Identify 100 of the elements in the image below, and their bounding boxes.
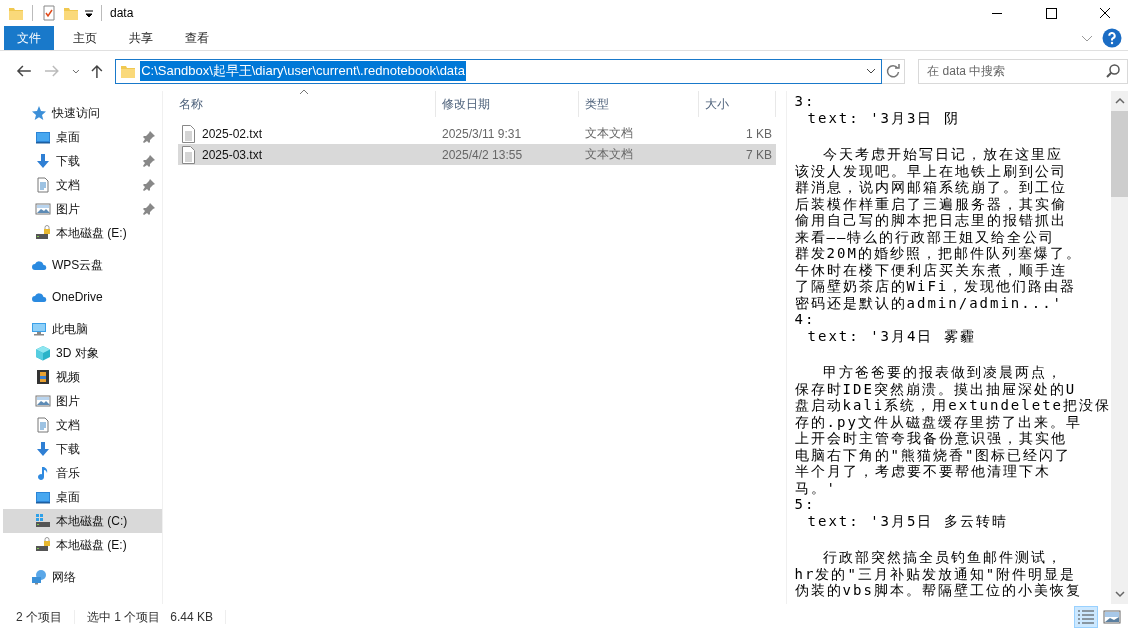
refresh-icon bbox=[885, 63, 902, 79]
table-cell-text: 7 KB bbox=[745, 147, 773, 162]
navigation-item[interactable]: 3D 对象 bbox=[3, 341, 162, 365]
preview-text-line: 来看——特么的行政部王姐又给全公司 bbox=[794, 228, 1057, 245]
refresh-button[interactable] bbox=[882, 58, 906, 84]
file-name: 2025-03.txt bbox=[202, 147, 263, 162]
document-icon bbox=[35, 417, 51, 433]
search-field[interactable]: 在 data 中搜索 bbox=[927, 64, 1105, 78]
text-file-icon bbox=[180, 145, 196, 164]
scrollbar-thumb[interactable] bbox=[1111, 111, 1128, 197]
details-view-icon bbox=[1076, 608, 1096, 626]
search-icon[interactable] bbox=[1105, 63, 1121, 79]
navigation-item[interactable]: 本地磁盘 (E:) bbox=[3, 533, 162, 557]
preview-text-line: 今天考虑开始写日记，放在这里应 bbox=[821, 146, 1064, 163]
navigation-item[interactable]: 下载 bbox=[3, 149, 162, 173]
preview-text-line: text: '3月5日 多云转晴 bbox=[806, 512, 1009, 529]
navigation-item[interactable]: 本地磁盘 (E:) bbox=[3, 221, 162, 245]
navigation-item[interactable]: 文档 bbox=[3, 173, 162, 197]
scroll-up-icon[interactable] bbox=[1114, 97, 1125, 105]
navigation-item[interactable]: 桌面 bbox=[3, 485, 162, 509]
preview-text-line: 伪装的vbs脚本。帮隔壁工位的小美恢复 bbox=[794, 582, 1083, 599]
checklist-icon[interactable] bbox=[41, 5, 57, 21]
navigation-item[interactable]: 桌面 bbox=[3, 125, 162, 149]
preview-text-line: 群消息，说内网邮箱系统崩了。到工位 bbox=[794, 179, 1068, 196]
preview-text-line: 了隔壁奶茶店的WiFi，发现他们路由器 bbox=[794, 278, 1078, 295]
text-file-icon bbox=[180, 124, 196, 143]
search-box[interactable]: 在 data 中搜索 bbox=[918, 58, 1128, 84]
preview-text-line: 电脑右下角的"熊猫烧香"图标已经闪了 bbox=[794, 446, 1073, 463]
network-icon bbox=[31, 569, 47, 585]
download-arrow-icon bbox=[35, 153, 51, 169]
preview-text-line: 午休时在楼下便利店买关东煮，顺手连 bbox=[794, 261, 1068, 278]
navigation-item[interactable]: 图片 bbox=[3, 389, 162, 413]
navigation-item[interactable]: 下载 bbox=[3, 437, 162, 461]
table-cell-text: 2025/3/11 9:31 bbox=[441, 126, 523, 141]
navigation-item[interactable]: 本地磁盘 (C:) bbox=[3, 509, 162, 533]
status-text: 2 个项目 bbox=[16, 608, 62, 626]
preview-text-line: 保存时IDE突然崩溃。摸出抽屉深处的U bbox=[794, 380, 1078, 397]
table-cell-text: 2025/4/2 13:55 bbox=[441, 147, 524, 162]
preview-text-line: text: '3月3日 阴 bbox=[806, 109, 961, 126]
preview-text-line: hr发的"三月补贴发放通知"附件明显是 bbox=[794, 565, 1078, 582]
folder-icon bbox=[120, 63, 137, 79]
ribbon-tab[interactable]: 主页 bbox=[60, 26, 110, 50]
navigation-item[interactable]: WPS云盘 bbox=[3, 253, 162, 277]
window-title: data bbox=[110, 6, 134, 20]
preview-text-line: 甲方爸爸要的报表做到凌晨两点， bbox=[821, 364, 1064, 381]
status-text: 6.44 KB bbox=[170, 610, 214, 624]
table-cell-text: 文本文档 bbox=[584, 146, 634, 163]
picture-icon bbox=[35, 393, 51, 409]
film-icon bbox=[35, 369, 51, 385]
preview-text-line: 上开会时主管夸我备份意识强，其实他 bbox=[794, 430, 1068, 447]
navigation-item[interactable]: 音乐 bbox=[3, 461, 162, 485]
drive-lock-icon bbox=[35, 537, 51, 553]
navigation-item[interactable]: 此电脑 bbox=[3, 317, 162, 341]
column-header[interactable]: 大小 bbox=[699, 91, 776, 117]
star-icon bbox=[31, 105, 47, 121]
preview-text-line: 4: bbox=[794, 311, 817, 328]
document-icon bbox=[35, 177, 51, 193]
navigation-item[interactable]: 视频 bbox=[3, 365, 162, 389]
navigation-item[interactable]: 网络 bbox=[3, 565, 162, 589]
preview-text-line: 5: bbox=[794, 496, 817, 513]
preview-text-line: 3: bbox=[794, 93, 817, 110]
cube-icon bbox=[35, 345, 51, 361]
large-icons-view-icon bbox=[1102, 608, 1122, 626]
navigation-item[interactable]: 图片 bbox=[3, 197, 162, 221]
preview-text-line: 行政部突然搞全员钓鱼邮件测试， bbox=[821, 549, 1064, 566]
file-name: 2025-02.txt bbox=[202, 126, 263, 141]
navigation-item[interactable]: OneDrive bbox=[3, 285, 162, 309]
ribbon-tab[interactable]: 查看 bbox=[172, 26, 222, 50]
help-icon[interactable] bbox=[1102, 28, 1122, 48]
download-arrow-icon bbox=[35, 441, 51, 457]
preview-text-line: 该没人发现吧。早上在地铁上刷到公司 bbox=[794, 162, 1068, 179]
file-row[interactable]: 2025-03.txt 2025/4/2 13:55 文本文档 7 KB bbox=[178, 144, 776, 165]
preview-text-line: text: '3月4日 雾霾 bbox=[806, 327, 977, 344]
preview-text-line: 半个月了，考虑要不要帮他清理下木 bbox=[794, 463, 1052, 480]
file-row[interactable]: 2025-02.txt 2025/3/11 9:31 文本文档 1 KB bbox=[178, 123, 776, 144]
scrollbar[interactable] bbox=[1111, 91, 1128, 604]
preview-text-line: 群发20M的婚纱照，把邮件队列塞爆了。 bbox=[794, 245, 1083, 262]
ribbon-tab[interactable]: 共享 bbox=[116, 26, 166, 50]
drive-lock-icon bbox=[35, 225, 51, 241]
preview-text-line: 偷用自己写的脚本把日志里的报错抓出 bbox=[794, 212, 1068, 229]
address-bar[interactable]: C:\Sandbox\起早王\diary\user\current\.rednotebook\data bbox=[115, 58, 883, 84]
column-header[interactable]: 修改日期 bbox=[436, 91, 579, 117]
column-header[interactable]: 类型 bbox=[579, 91, 699, 117]
desktop-icon bbox=[35, 489, 51, 505]
preview-text-line: 存的.py文件从磁盘缓存里捞了出来。早 bbox=[794, 413, 1083, 430]
table-cell-text: 文本文档 bbox=[584, 125, 634, 142]
navigation-item[interactable]: 文档 bbox=[3, 413, 162, 437]
desktop-icon bbox=[35, 129, 51, 145]
preview-text-line: 后装模作样重启了三遍服务器，其实偷 bbox=[794, 195, 1068, 212]
picture-icon bbox=[35, 201, 51, 217]
view-button[interactable] bbox=[1074, 606, 1098, 628]
column-header[interactable]: 名称 bbox=[173, 91, 436, 117]
preview-text-line: 马。' bbox=[794, 479, 838, 496]
navigation-item[interactable]: 快速访问 bbox=[3, 101, 162, 125]
scroll-down-icon[interactable] bbox=[1114, 590, 1125, 598]
table-cell-text: 1 KB bbox=[745, 126, 773, 141]
back-arrow-icon[interactable] bbox=[14, 63, 34, 79]
preview-text-line: 密码还是默认的admin/admin...' bbox=[794, 294, 1064, 311]
windows-drive-icon bbox=[35, 513, 51, 529]
preview-text-line: 盘启动kali系统，用extundelete把没保 bbox=[794, 397, 1111, 414]
